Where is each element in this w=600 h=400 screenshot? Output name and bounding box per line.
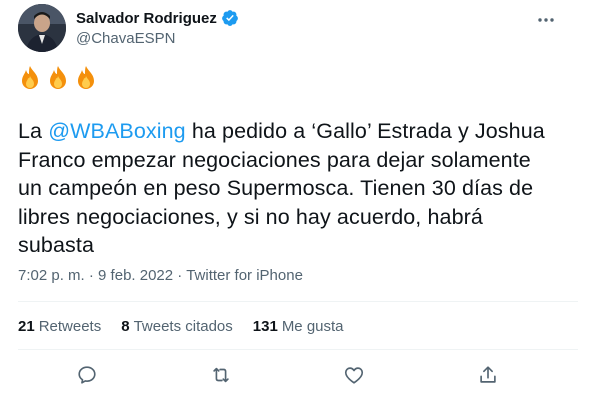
tweet-text: La @WBABoxing ha pedido a ‘Gallo’ Estrad… — [18, 117, 558, 260]
mention-link[interactable]: @WBABoxing — [48, 119, 186, 143]
action-bar — [0, 364, 600, 388]
retweets-label: Retweets — [38, 318, 102, 335]
divider — [18, 349, 578, 350]
author-display-name[interactable]: Salvador Rodriguez — [76, 10, 217, 27]
retweets-count: 21 — [18, 318, 35, 335]
tweet-source[interactable]: Twitter for iPhone — [186, 267, 303, 284]
reply-icon[interactable] — [76, 364, 98, 386]
share-icon[interactable] — [477, 364, 499, 386]
fire-emoji-row — [18, 65, 98, 91]
fire-emoji-icon — [50, 66, 66, 89]
fire-emoji-icon — [22, 66, 38, 89]
likes-count: 131 — [252, 318, 278, 335]
quotes-stat[interactable]: 8 Tweets citados — [121, 318, 233, 335]
likes-label: Me gusta — [281, 318, 344, 335]
avatar[interactable] — [18, 4, 66, 52]
tweet-date[interactable]: 9 feb. 2022 — [98, 267, 173, 284]
author-handle[interactable]: @ChavaESPN — [76, 30, 175, 47]
tweet-card: Salvador Rodriguez @ChavaESPN La @WBABox… — [0, 0, 600, 400]
divider — [18, 301, 578, 302]
retweets-stat[interactable]: 21 Retweets — [18, 318, 101, 335]
author-name-row: Salvador Rodriguez — [76, 9, 239, 27]
likes-stat[interactable]: 131 Me gusta — [253, 318, 344, 335]
tweet-time[interactable]: 7:02 p. m. — [18, 267, 85, 284]
meta-separator: · — [88, 267, 94, 284]
more-options-icon[interactable] — [536, 10, 556, 30]
quotes-label: Tweets citados — [133, 318, 233, 335]
verified-badge-icon — [221, 10, 238, 26]
meta-separator: · — [177, 267, 183, 284]
tweet-metadata: 7:02 p. m. · 9 feb. 2022 · Twitter for i… — [18, 267, 303, 284]
retweet-icon[interactable] — [210, 364, 232, 386]
tweet-text-prefix: La — [18, 119, 49, 143]
quotes-count: 8 — [121, 318, 130, 335]
engagement-stats: 21 Retweets 8 Tweets citados 131 Me gusta — [18, 318, 344, 335]
fire-emoji-icon — [78, 66, 94, 89]
like-icon[interactable] — [343, 364, 365, 386]
